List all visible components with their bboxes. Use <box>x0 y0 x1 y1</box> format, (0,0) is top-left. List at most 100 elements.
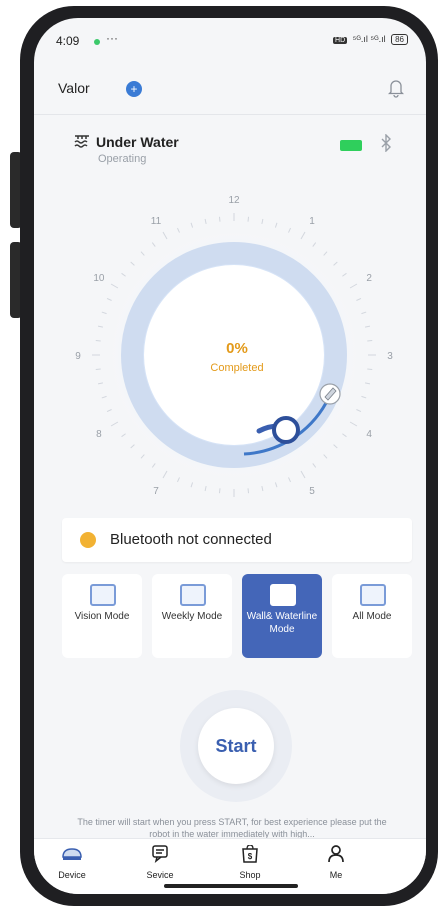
dial-tick <box>106 409 112 412</box>
device-status: Operating <box>98 153 147 165</box>
mode-vision[interactable]: Vision Mode <box>62 574 142 658</box>
tab-me[interactable]: Me <box>306 845 366 880</box>
bluetooth-icon <box>380 133 392 157</box>
pool-name[interactable]: Valor <box>58 80 90 96</box>
mode-label: Weekly Mode <box>161 611 223 622</box>
dial-tick <box>367 368 373 371</box>
dial-tick <box>312 242 317 247</box>
device-name: Under Water <box>96 134 179 150</box>
mode-label: Wall& Waterline Mode <box>246 611 318 635</box>
dial-tick <box>110 421 119 427</box>
hour-label: 7 <box>153 486 159 497</box>
dial-tick <box>101 395 107 399</box>
dial-tick <box>121 272 126 277</box>
dial-tick <box>274 222 278 228</box>
bluetooth-status-banner[interactable]: Bluetooth not connected <box>62 518 412 562</box>
dial-tick <box>130 444 135 449</box>
dial-tick <box>151 463 156 468</box>
dial-tick <box>300 470 306 479</box>
hd-badge: HD <box>333 37 348 44</box>
progress-dial: 121234567891011 0% Completed <box>75 195 393 508</box>
status-battery: 86 <box>391 34 408 45</box>
home-indicator <box>164 884 298 888</box>
dial-tick <box>204 218 207 225</box>
dial-tick <box>95 368 101 371</box>
dial-tick <box>349 421 358 427</box>
mode-selector: Vision Mode Weekly Mode Wall& Waterline … <box>62 574 412 658</box>
dial-tick <box>218 216 221 222</box>
device-info: Under Water Operating <box>74 133 396 174</box>
dial-tick <box>162 470 168 479</box>
dial-tick <box>97 382 104 385</box>
app-screen: 4:09 ··· HD ⁵ᴳ.ıl ⁵ᴳ.ıl 86 Valor + Under… <box>34 18 426 894</box>
service-icon <box>152 845 168 863</box>
percent-value: 0% <box>226 340 248 357</box>
tab-shop[interactable]: $ Shop <box>220 844 280 880</box>
add-device-button[interactable]: + <box>126 81 142 97</box>
person-icon <box>328 845 344 863</box>
mode-all[interactable]: All Mode <box>332 574 412 658</box>
header-divider <box>34 114 426 115</box>
dial-tick <box>356 409 362 412</box>
mode-label: Vision Mode <box>74 611 130 622</box>
dial-tick <box>190 222 194 228</box>
mode-wall-waterline[interactable]: Wall& Waterline Mode <box>242 574 322 658</box>
hour-label: 10 <box>93 273 105 284</box>
dial-tick <box>140 454 145 459</box>
wall-mode-icon <box>270 584 296 606</box>
mode-label: All Mode <box>352 611 392 622</box>
signal-indicator: ⁵ᴳ.ıl ⁵ᴳ.ıl <box>352 34 386 44</box>
dial-tick <box>130 261 135 266</box>
dial-tick <box>361 395 367 399</box>
dial-tick <box>247 216 250 222</box>
hour-label: 2 <box>366 273 372 284</box>
start-button[interactable]: Start <box>198 708 274 784</box>
hour-label: 9 <box>75 351 81 362</box>
status-bar: 4:09 ··· HD ⁵ᴳ.ıl ⁵ᴳ.ıl 86 <box>54 31 408 50</box>
dial-tick <box>342 272 347 277</box>
warning-dot-icon <box>80 532 96 548</box>
dial-tick <box>106 298 112 301</box>
dial-tick <box>261 218 264 225</box>
tab-device[interactable]: Device <box>42 845 102 880</box>
app-header: Valor + <box>58 78 405 103</box>
status-indicators: HD ⁵ᴳ.ıl ⁵ᴳ.ıl 86 <box>333 34 408 45</box>
tab-label: Sevice <box>146 870 174 880</box>
tab-label: Shop <box>239 870 261 880</box>
dial-tick <box>140 251 145 256</box>
all-mode-icon <box>360 584 386 606</box>
dial-tick <box>323 251 328 256</box>
hour-label: 12 <box>228 195 240 206</box>
dial-tick <box>367 339 373 342</box>
dial-tick <box>333 261 338 266</box>
hour-label: 4 <box>366 429 372 440</box>
hour-label: 1 <box>309 216 315 227</box>
mode-weekly[interactable]: Weekly Mode <box>152 574 232 658</box>
hour-label: 6 <box>231 507 237 508</box>
dial-tick <box>177 477 180 483</box>
dial-tick <box>288 227 291 233</box>
hour-label: 5 <box>309 486 315 497</box>
tab-label: Device <box>58 870 86 880</box>
dial-tick <box>364 382 371 385</box>
hour-label: 8 <box>96 429 102 440</box>
tab-service[interactable]: Sevice <box>130 845 190 880</box>
dial-tick <box>162 231 168 240</box>
bell-icon[interactable] <box>387 78 405 103</box>
dial-tick <box>151 242 156 247</box>
dial-tick <box>177 227 180 233</box>
dial-tick <box>300 231 306 240</box>
location-dot-icon <box>94 39 100 45</box>
dial-tick <box>364 325 371 328</box>
timer-note: The timer will start when you press STAR… <box>77 817 387 839</box>
battery-icon <box>340 140 362 151</box>
dial-tick <box>288 477 291 483</box>
dial-tick <box>95 339 101 342</box>
dial-tick <box>190 482 194 488</box>
progress-handle[interactable] <box>272 416 300 444</box>
water-icon <box>74 134 90 151</box>
weekly-mode-icon <box>180 584 206 606</box>
hour-label: 11 <box>151 216 162 227</box>
dial-tick <box>356 298 362 301</box>
status-more: ··· <box>106 31 118 45</box>
